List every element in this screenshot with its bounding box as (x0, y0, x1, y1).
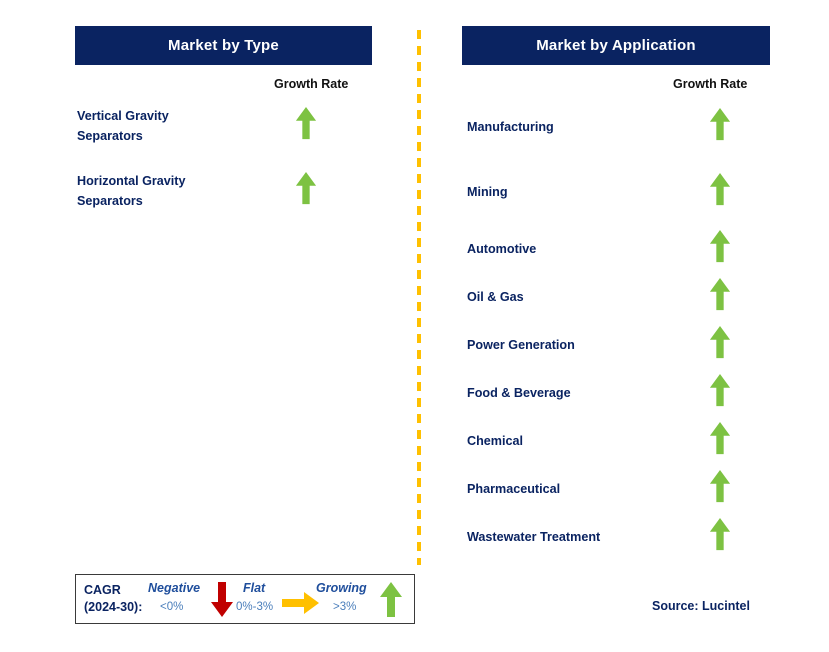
segment-row[interactable]: Mining (467, 173, 757, 209)
segment-row[interactable]: Chemical (467, 422, 757, 458)
arrow-up-icon (709, 106, 731, 149)
legend-label-negative: Negative (148, 581, 201, 595)
arrow-up-icon (709, 276, 731, 319)
arrow-up-icon (295, 105, 317, 148)
legend-title: CAGR (2024-30): (84, 583, 143, 614)
segment-label: Wastewater Treatment (467, 530, 601, 544)
segment-label: Manufacturing (467, 120, 554, 134)
market-by-application-header: Market by Application (462, 26, 770, 65)
arrow-up-icon (709, 516, 731, 559)
arrow-up-icon (709, 468, 731, 511)
segment-label: Power Generation (467, 338, 575, 352)
segment-row[interactable]: Automotive (467, 230, 757, 266)
cagr-legend: CAGR (2024-30): Negative <0% Flat 0%-3% … (75, 574, 415, 624)
legend-label-flat: Flat (243, 581, 266, 595)
segment-label: Food & Beverage (467, 386, 571, 400)
segment-label: Mining (467, 185, 508, 199)
segment-label: Horizontal Gravity Separators (77, 174, 186, 208)
segment-label: Chemical (467, 434, 523, 448)
column-divider (417, 30, 421, 565)
arrow-down-icon (210, 582, 234, 623)
legend-value-flat: 0%-3% (236, 601, 274, 613)
arrow-up-icon (379, 582, 403, 623)
growth-rate-caption-application: Growth Rate (673, 77, 748, 91)
arrow-up-icon (709, 171, 731, 214)
growth-rate-caption-type: Growth Rate (274, 77, 349, 91)
segment-label: Vertical Gravity Separators (77, 109, 169, 143)
segment-label: Oil & Gas (467, 290, 524, 304)
segment-row[interactable]: Horizontal Gravity Separators (77, 170, 342, 212)
source-note: Source: Lucintel (652, 599, 750, 613)
arrow-up-icon (709, 420, 731, 463)
legend-value-negative: <0% (160, 601, 184, 613)
segment-row[interactable]: Wastewater Treatment (467, 518, 757, 554)
segment-label: Pharmaceutical (467, 482, 561, 496)
segment-label: Automotive (467, 242, 537, 256)
arrow-up-icon (709, 324, 731, 367)
legend-value-growing: >3% (333, 601, 357, 613)
legend-label-growing: Growing (316, 581, 367, 595)
arrow-up-icon (709, 228, 731, 271)
segment-row[interactable]: Food & Beverage (467, 374, 757, 410)
market-by-type-header: Market by Type (75, 26, 372, 65)
segment-row[interactable]: Oil & Gas (467, 278, 757, 314)
arrow-up-icon (295, 170, 317, 213)
segment-row[interactable]: Pharmaceutical (467, 470, 757, 506)
infographic-canvas: Market by Type Growth Rate Vertical Grav… (0, 0, 829, 652)
arrow-right-icon (282, 591, 320, 620)
segment-row[interactable]: Power Generation (467, 326, 757, 362)
segment-row[interactable]: Vertical Gravity Separators (77, 105, 342, 147)
segment-row[interactable]: Manufacturing (467, 108, 757, 144)
arrow-up-icon (709, 372, 731, 415)
